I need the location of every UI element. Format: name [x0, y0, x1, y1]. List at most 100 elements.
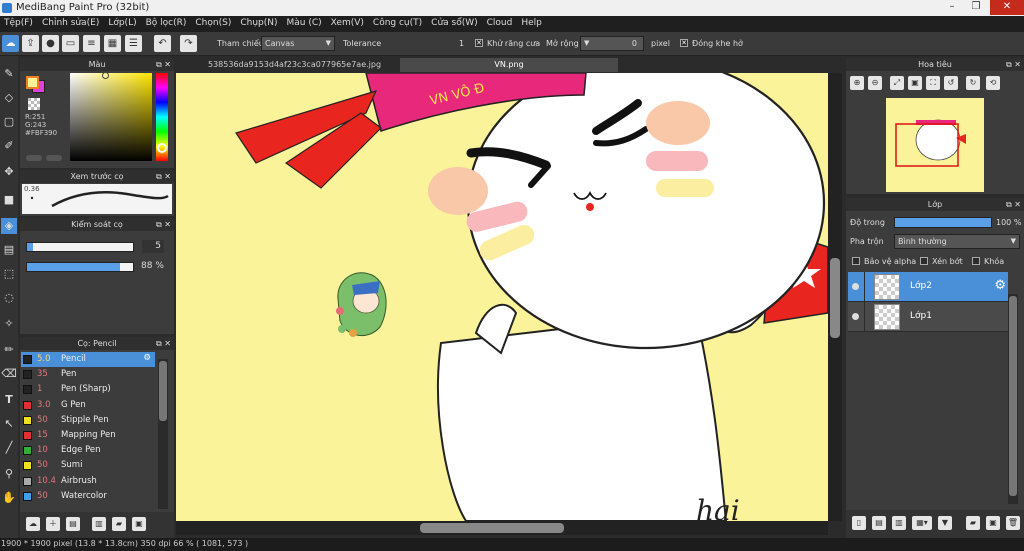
brush-folder-icon[interactable]: ▰: [112, 517, 126, 531]
bucket-icon[interactable]: ◈: [1, 218, 17, 234]
menu-filter[interactable]: Bộ lọc(R): [142, 16, 192, 28]
export-icon[interactable]: ⇪: [22, 35, 39, 52]
reference-select[interactable]: Canvas ▼: [261, 36, 335, 51]
reset-rotation-icon[interactable]: ⟲: [986, 76, 1000, 90]
brush-item-watercolor[interactable]: 50 Watercolor: [21, 489, 155, 504]
delete-layer-icon[interactable]: 🗑: [1006, 516, 1020, 530]
fullscreen-icon[interactable]: ⛶: [926, 76, 940, 90]
tab-image-jpg[interactable]: 538536da9153d4af23c3ca077965e7ae.jpg: [202, 58, 387, 72]
list-icon[interactable]: ☰: [125, 35, 142, 52]
brush-item-g-pen[interactable]: 3.0 G Pen: [21, 398, 155, 413]
zoom-in-icon[interactable]: ⊕: [850, 76, 864, 90]
hue-slider-thumb[interactable]: [157, 143, 167, 153]
layer-add-menu-icon[interactable]: ▦▾: [912, 516, 932, 530]
menu-help[interactable]: Help: [517, 16, 547, 28]
menu-edit[interactable]: Chỉnh sửa(E): [38, 16, 104, 28]
operation-icon[interactable]: ↖: [1, 416, 17, 432]
panel-options-icon[interactable]: ⧉ ✕: [156, 337, 171, 350]
brush-item-pen[interactable]: 35 Pen: [21, 367, 155, 382]
maximize-button[interactable]: ❐: [965, 0, 987, 15]
blend-mode-select[interactable]: Bình thường ▼: [894, 234, 1020, 249]
panel-options-icon[interactable]: ⧉ ✕: [156, 58, 171, 71]
select-icon[interactable]: ⬚: [1, 266, 17, 282]
menu-view[interactable]: Xem(V): [327, 16, 369, 28]
duplicate-layer-icon[interactable]: ▤: [872, 516, 886, 530]
merge-down-icon[interactable]: ▼: [938, 516, 952, 530]
brush-item-edge-pen[interactable]: 10 Edge Pen: [21, 443, 155, 458]
zoom-out-icon[interactable]: ⊖: [868, 76, 882, 90]
lock-checkbox[interactable]: [972, 257, 980, 265]
select-pen-icon[interactable]: ✏: [1, 342, 17, 358]
layers-scrollbar[interactable]: [1008, 294, 1018, 504]
layer-settings-icon[interactable]: ▣: [986, 516, 1000, 530]
clipping-checkbox[interactable]: [920, 257, 928, 265]
brush-size-input[interactable]: 5: [142, 240, 164, 253]
brush-list-scrollbar[interactable]: [158, 359, 168, 509]
expand-input[interactable]: ▼ 0: [580, 36, 644, 51]
brush-item-mapping-pen[interactable]: 15 Mapping Pen: [21, 428, 155, 443]
brush-cloud-icon[interactable]: ☁: [26, 517, 40, 531]
select-eraser-icon[interactable]: ⌫: [1, 366, 17, 382]
hand-icon[interactable]: ✋: [1, 490, 17, 506]
brush-list-scroll-thumb[interactable]: [159, 361, 167, 421]
protect-alpha-checkbox[interactable]: [852, 257, 860, 265]
brush-new-icon[interactable]: ▤: [66, 517, 80, 531]
menu-snap[interactable]: Chụp(N): [236, 16, 282, 28]
brush-item-stipple-pen[interactable]: 50 Stipple Pen: [21, 413, 155, 428]
menu-window[interactable]: Cửa sổ(W): [427, 16, 482, 28]
menu-layer[interactable]: Lớp(L): [104, 16, 141, 28]
eyedropper-icon[interactable]: ⚲: [1, 466, 17, 482]
navigator-thumbnail[interactable]: [886, 98, 984, 192]
rotate-right-icon[interactable]: ↻: [966, 76, 980, 90]
horizontal-scroll-thumb[interactable]: [420, 523, 564, 533]
layer-opacity-slider[interactable]: [894, 217, 992, 228]
close-gap-checkbox[interactable]: ✕: [680, 39, 688, 47]
minimize-button[interactable]: –: [941, 0, 963, 15]
brush-icon[interactable]: ✎: [1, 66, 17, 82]
menu-file[interactable]: Tệp(F): [0, 16, 38, 28]
drawing-canvas[interactable]: VN VÔ Đ hai: [176, 73, 828, 521]
antialias-checkbox[interactable]: ✕: [475, 39, 483, 47]
new-layer-icon[interactable]: ▯: [852, 516, 866, 530]
brush-item-airbrush[interactable]: 10.4 Airbrush: [21, 474, 155, 489]
comment-icon[interactable]: ●: [42, 35, 59, 52]
gradient-icon[interactable]: ▤: [1, 242, 17, 258]
brush-size-slider[interactable]: [26, 242, 134, 252]
move-icon[interactable]: ✥: [1, 164, 17, 180]
panel-options-icon[interactable]: ⧉ ✕: [156, 170, 171, 183]
saturation-value-picker[interactable]: [70, 73, 152, 161]
text-icon[interactable]: T: [1, 392, 17, 408]
eraser-icon[interactable]: ◇: [1, 90, 17, 106]
fit-icon[interactable]: ⤢: [890, 76, 904, 90]
tab-vn-png[interactable]: VN.png: [400, 58, 618, 72]
panel-options-icon[interactable]: ⧉ ✕: [1006, 58, 1021, 71]
rectangle-select-icon[interactable]: ▢: [1, 114, 17, 130]
vertical-scroll-thumb[interactable]: [830, 258, 840, 338]
transparent-swatch[interactable]: [28, 98, 40, 110]
cloud-icon[interactable]: ☁: [2, 35, 19, 52]
pen-icon[interactable]: ✐: [1, 138, 17, 154]
eye-icon[interactable]: [852, 283, 859, 290]
gear-icon[interactable]: ⚙: [143, 353, 151, 363]
lasso-icon[interactable]: ◌: [1, 290, 17, 306]
actual-size-icon[interactable]: ▣: [908, 76, 922, 90]
layer-item[interactable]: Lớp2 ⚙: [848, 272, 1008, 302]
panel-options-icon[interactable]: ⧉ ✕: [1006, 198, 1021, 211]
document-icon[interactable]: ≡: [83, 35, 100, 52]
layer-item[interactable]: Lớp1: [848, 302, 1008, 332]
layers-scroll-thumb[interactable]: [1009, 296, 1017, 496]
brush-doc-icon[interactable]: ▥: [92, 517, 106, 531]
brush-opacity-slider[interactable]: [26, 262, 134, 272]
undo-icon[interactable]: ↶: [154, 35, 171, 52]
menu-tools[interactable]: Công cụ(T): [369, 16, 427, 28]
color-mode-button[interactable]: [26, 155, 42, 161]
gear-icon[interactable]: ⚙: [994, 278, 1006, 293]
brush-item-pencil[interactable]: 5.0 Pencil ⚙: [21, 352, 155, 367]
panel-options-icon[interactable]: ⧉ ✕: [156, 218, 171, 231]
color-mode-button-2[interactable]: [46, 155, 62, 161]
close-button[interactable]: ✕: [990, 0, 1024, 15]
grid-icon[interactable]: ▦: [104, 35, 121, 52]
canvas-vertical-scrollbar[interactable]: [828, 73, 842, 521]
redo-icon[interactable]: ↷: [180, 35, 197, 52]
brush-item-sumi[interactable]: 50 Sumi: [21, 458, 155, 473]
